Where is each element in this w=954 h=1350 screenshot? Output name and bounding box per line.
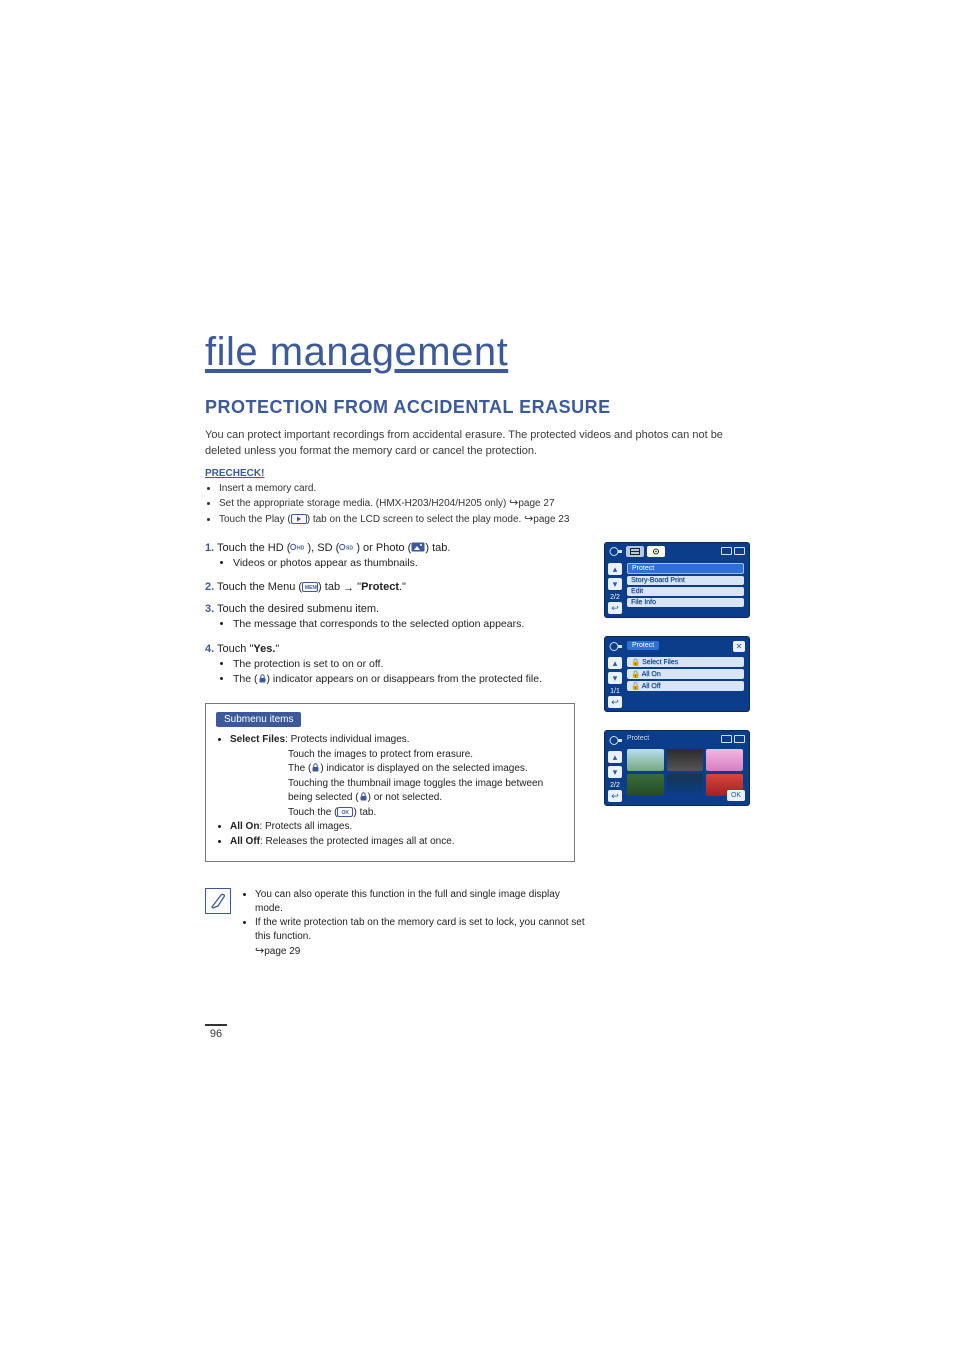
- precheck-list: Insert a memory card. Set the appropriat…: [205, 482, 754, 528]
- up-arrow-button: ▴: [608, 563, 622, 575]
- step-sub-item: Videos or photos appear as thumbnails.: [233, 556, 586, 571]
- ok-button: OK: [727, 790, 745, 801]
- back-button: ↩: [608, 696, 622, 708]
- down-arrow-button: ▾: [608, 578, 622, 590]
- step-sub-item: The message that corresponds to the sele…: [233, 617, 586, 632]
- photo-tab-icon: [411, 542, 425, 554]
- up-arrow-button: ▴: [608, 657, 622, 669]
- section-heading: PROTECTION FROM ACCIDENTAL ERASURE: [205, 397, 754, 418]
- precheck-item: Touch the Play () tab on the LCD screen …: [219, 512, 754, 528]
- page-number: 96: [205, 1024, 227, 1040]
- hd-tab-icon: HD: [290, 542, 304, 554]
- lcd-menu-item: 🔒 All On: [627, 669, 744, 679]
- step-sub-item: The protection is set to on or off.: [233, 657, 586, 672]
- lcd-menu-item: 🔓 All Off: [627, 681, 744, 691]
- lcd-menu-item-highlighted: Protect: [627, 563, 744, 574]
- menu-tab-icon: MENU: [302, 581, 318, 593]
- svg-text:MENU: MENU: [305, 585, 318, 591]
- lcd-screenshot-menu: ▴ ▾ 2/2 Protect Story-Board Print Edit F…: [604, 542, 750, 618]
- precheck-item: Set the appropriate storage media. (HMX-…: [219, 496, 754, 512]
- back-button: ↩: [608, 790, 622, 802]
- thumbnail: [706, 749, 743, 771]
- thumbnail: [667, 749, 704, 771]
- up-arrow-button: ▴: [608, 751, 622, 763]
- submenu-box: Submenu items Select Files: Protects ind…: [205, 703, 575, 862]
- lcd-page-indicator: 1/1: [608, 688, 622, 695]
- lcd-menu-item: Story-Board Print: [627, 576, 744, 585]
- battery-card-icons: [721, 735, 745, 743]
- step-number: 3.: [205, 603, 214, 615]
- lcd-tab-selected: [647, 546, 665, 557]
- page-ref-arrow-icon: ↪: [509, 496, 518, 512]
- page-title: file management: [205, 330, 754, 375]
- step-3: 3. Touch the desired submenu item. The m…: [205, 603, 586, 632]
- page-ref-arrow-icon: ↪: [524, 512, 533, 528]
- thumbnail-grid: [627, 749, 743, 796]
- note-icon: [205, 888, 231, 914]
- intro-text: You can protect important recordings fro…: [205, 428, 754, 460]
- camcorder-icon: [609, 546, 623, 557]
- lock-icon: [359, 792, 368, 803]
- lcd-page-indicator: 2/2: [608, 782, 622, 789]
- lcd-menu-item: 🔒 Select Files: [627, 657, 744, 667]
- thumbnail: [667, 774, 704, 796]
- lcd-screen-title: Protect: [627, 641, 659, 650]
- lcd-page-indicator: 2/2: [608, 594, 622, 601]
- step-4: 4. Touch "Yes." The protection is set to…: [205, 643, 586, 687]
- lock-icon: [311, 763, 320, 774]
- lcd-tab: [626, 546, 644, 557]
- step-1: 1. Touch the HD (HD ), SD (SD ) or Photo…: [205, 542, 586, 571]
- lcd-screenshot-protect-options: Protect ✕ ▴ ▾ 1/1 🔒 Select Files 🔒 All O…: [604, 636, 750, 712]
- arrow-right-icon: →: [343, 582, 354, 594]
- submenu-heading: Submenu items: [216, 712, 301, 727]
- step-number: 4.: [205, 643, 214, 655]
- play-tab-icon: [291, 514, 307, 525]
- precheck-item: Insert a memory card.: [219, 482, 754, 497]
- submenu-item: All Off: Releases the protected images a…: [230, 835, 564, 850]
- thumbnail: [627, 749, 664, 771]
- battery-card-icons: [721, 547, 745, 555]
- thumbnail: [627, 774, 664, 796]
- lcd-screen-title: Protect: [627, 735, 649, 742]
- lcd-menu-item: Edit: [627, 587, 744, 596]
- lcd-menu-item: File Info: [627, 598, 744, 607]
- down-arrow-button: ▾: [608, 672, 622, 684]
- submenu-item: Select Files: Protects individual images…: [230, 733, 564, 820]
- step-number: 1.: [205, 542, 214, 554]
- svg-text:OK: OK: [342, 810, 350, 816]
- lcd-screenshot-thumbnails: Protect ▴ ▾ 2/2 ↩ OK: [604, 730, 750, 806]
- page-ref-arrow-icon: ↪: [255, 944, 264, 959]
- close-button: ✕: [733, 641, 745, 652]
- submenu-item: All On: Protects all images.: [230, 820, 564, 835]
- back-button: ↩: [608, 602, 622, 614]
- precheck-label: PRECHECK!: [205, 468, 754, 479]
- lock-icon: [258, 673, 267, 685]
- ok-tab-icon: OK: [337, 807, 353, 818]
- sd-tab-icon: SD: [339, 542, 353, 554]
- down-arrow-button: ▾: [608, 766, 622, 778]
- step-number: 2.: [205, 581, 214, 593]
- step-sub-item: The () indicator appears on or disappear…: [233, 672, 586, 687]
- note-item: If the write protection tab on the memor…: [255, 916, 586, 959]
- camcorder-icon: [609, 641, 623, 652]
- note-item: You can also operate this function in th…: [255, 888, 586, 916]
- note-block: You can also operate this function in th…: [205, 888, 586, 959]
- camcorder-icon: [609, 735, 623, 746]
- step-2: 2. Touch the Menu (MENU) tab → "Protect.…: [205, 581, 586, 593]
